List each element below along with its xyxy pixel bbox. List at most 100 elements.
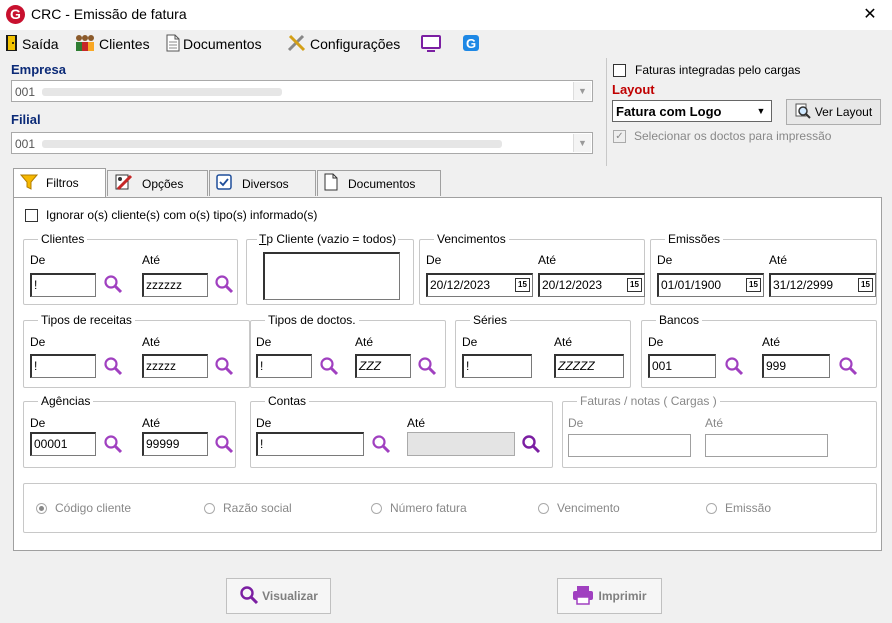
selecionar-doctos-label: Selecionar os doctos para impressão bbox=[634, 129, 832, 143]
chevron-down-icon[interactable]: ▼ bbox=[752, 102, 770, 120]
series-ate-input[interactable]: ZZZZZ bbox=[554, 354, 624, 378]
empresa-select[interactable]: 001 ▼ bbox=[11, 80, 593, 102]
visualizar-button[interactable]: Visualizar bbox=[226, 578, 331, 614]
bancos-ate-input[interactable]: 999 bbox=[762, 354, 830, 378]
bancos-de-input[interactable]: 001 bbox=[648, 354, 716, 378]
layout-select[interactable]: Fatura com Logo ▼ bbox=[612, 100, 772, 122]
tp-cliente-list[interactable] bbox=[263, 252, 400, 300]
radio-dot bbox=[204, 502, 215, 514]
search-icon[interactable] bbox=[371, 434, 391, 454]
bancos-group: Bancos De Até 001 999 bbox=[641, 313, 877, 388]
radio-codigo-cliente[interactable]: Código cliente bbox=[36, 501, 131, 515]
configuracoes-button[interactable]: Configurações bbox=[287, 33, 400, 55]
g-app-button[interactable]: G bbox=[462, 33, 480, 55]
chevron-down-icon[interactable]: ▼ bbox=[573, 134, 591, 152]
search-icon[interactable] bbox=[319, 356, 339, 376]
documentos-label: Documentos bbox=[183, 36, 262, 52]
app-logo-icon: G bbox=[6, 5, 25, 24]
options-tools-icon bbox=[114, 172, 134, 195]
emissoes-de-input[interactable]: 01/01/1900 15 bbox=[657, 273, 764, 297]
vencimentos-title: Vencimentos bbox=[434, 232, 509, 246]
ignorar-checkbox[interactable] bbox=[25, 208, 38, 222]
agencias-ate-input[interactable]: 99999 bbox=[142, 432, 208, 456]
ate-label: Até bbox=[142, 253, 161, 267]
tp-cliente-title-rest: p Cliente (vazio = todos) bbox=[266, 232, 397, 246]
tab-filtros[interactable]: Filtros bbox=[13, 168, 106, 197]
layout-label: Layout bbox=[612, 82, 655, 97]
vencimentos-ate-value: 20/12/2023 bbox=[542, 278, 603, 292]
search-icon[interactable] bbox=[521, 434, 541, 454]
ignorar-row: Ignorar o(s) cliente(s) com o(s) tipo(s)… bbox=[25, 208, 317, 222]
vencimentos-de-input[interactable]: 20/12/2023 15 bbox=[426, 273, 533, 297]
window-title: CRC - Emissão de fatura bbox=[31, 6, 187, 22]
de-label: De bbox=[426, 253, 442, 267]
documentos-button[interactable]: Documentos bbox=[166, 33, 262, 55]
radio-dot bbox=[36, 502, 47, 514]
clientes-button[interactable]: Clientes bbox=[74, 33, 150, 55]
ver-layout-button[interactable]: Ver Layout bbox=[786, 99, 881, 125]
calendar-icon[interactable]: 15 bbox=[627, 278, 642, 292]
tab-diversos-label: Diversos bbox=[242, 176, 289, 191]
tipos-doctos-group: Tipos de doctos. De Até ! ZZZ bbox=[250, 313, 446, 388]
calendar-icon[interactable]: 15 bbox=[515, 278, 530, 292]
printer-icon bbox=[572, 585, 594, 608]
search-icon[interactable] bbox=[103, 274, 123, 294]
contas-ate-input bbox=[407, 432, 515, 456]
contas-title: Contas bbox=[265, 394, 310, 408]
empresa-redacted bbox=[42, 88, 282, 96]
emissoes-ate-input[interactable]: 31/12/2999 15 bbox=[769, 273, 876, 297]
radio-emissao[interactable]: Emissão bbox=[706, 501, 771, 515]
tipos-receitas-de-input[interactable]: ! bbox=[30, 354, 96, 378]
search-icon[interactable] bbox=[214, 274, 234, 294]
selecionar-doctos-checkbox[interactable]: ✓ bbox=[613, 129, 626, 143]
search-icon[interactable] bbox=[724, 356, 744, 376]
tools-icon bbox=[287, 34, 307, 55]
search-icon[interactable] bbox=[214, 434, 234, 454]
search-icon[interactable] bbox=[417, 356, 437, 376]
radio-razao-social[interactable]: Razão social bbox=[204, 501, 292, 515]
radio-label: Emissão bbox=[725, 501, 772, 515]
agencias-title: Agências bbox=[38, 394, 94, 408]
saida-button[interactable]: Saída bbox=[5, 33, 59, 55]
agencias-de-input[interactable]: 00001 bbox=[30, 432, 96, 456]
ate-label: Até bbox=[538, 253, 557, 267]
filial-select[interactable]: 001 ▼ bbox=[11, 132, 593, 154]
people-icon bbox=[74, 34, 96, 55]
clientes-group: Clientes De Até ! zzzzzz bbox=[23, 232, 238, 305]
search-icon[interactable] bbox=[214, 356, 234, 376]
chevron-down-icon[interactable]: ▼ bbox=[573, 82, 591, 100]
search-icon[interactable] bbox=[838, 356, 858, 376]
imprimir-button[interactable]: Imprimir bbox=[557, 578, 662, 614]
tipos-receitas-ate-input[interactable]: zzzzz bbox=[142, 354, 208, 378]
clientes-de-input[interactable]: ! bbox=[30, 273, 96, 297]
tab-diversos[interactable]: Diversos bbox=[209, 170, 316, 196]
calendar-icon[interactable]: 15 bbox=[858, 278, 873, 292]
toolbar: Saída Clientes Documentos Configurações … bbox=[0, 30, 892, 56]
faturas-integradas-checkbox[interactable] bbox=[613, 63, 626, 77]
calendar-icon[interactable]: 15 bbox=[746, 278, 761, 292]
tipos-doctos-ate-input[interactable]: ZZZ bbox=[355, 354, 411, 378]
empresa-label: Empresa bbox=[11, 62, 66, 77]
monitor-button[interactable] bbox=[421, 33, 441, 55]
clientes-ate-input[interactable]: zzzzzz bbox=[142, 273, 208, 297]
search-icon[interactable] bbox=[103, 356, 123, 376]
tab-documentos[interactable]: Documentos bbox=[317, 170, 441, 196]
tipos-doctos-de-input[interactable]: ! bbox=[256, 354, 312, 378]
radio-vencimento[interactable]: Vencimento bbox=[538, 501, 620, 515]
selecionar-doctos-row: ✓ Selecionar os doctos para impressão bbox=[613, 129, 831, 143]
radio-dot bbox=[706, 502, 717, 514]
tp-cliente-group: Tp Cliente (vazio = todos) bbox=[246, 232, 414, 305]
radio-numero-fatura[interactable]: Número fatura bbox=[371, 501, 467, 515]
series-de-input[interactable]: ! bbox=[462, 354, 532, 378]
close-button[interactable]: ✕ bbox=[860, 4, 880, 24]
radio-dot bbox=[538, 502, 549, 514]
faturas-de-input bbox=[568, 434, 691, 457]
vencimentos-ate-input[interactable]: 20/12/2023 15 bbox=[538, 273, 645, 297]
ate-label: Até bbox=[142, 416, 161, 430]
contas-de-input[interactable]: ! bbox=[256, 432, 364, 456]
de-label: De bbox=[657, 253, 673, 267]
tab-opcoes[interactable]: Opções bbox=[107, 170, 208, 196]
tab-opcoes-label: Opções bbox=[142, 176, 184, 191]
faturas-notas-group: Faturas / notas ( Cargas ) De Até bbox=[562, 394, 877, 468]
search-icon[interactable] bbox=[103, 434, 123, 454]
